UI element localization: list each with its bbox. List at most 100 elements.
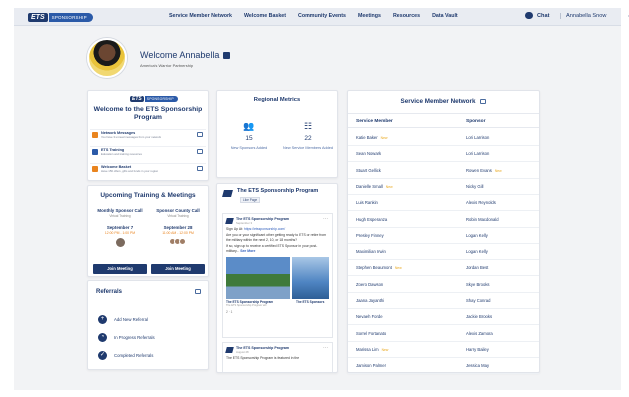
sponsor-name[interactable]: Jackie Brooks xyxy=(466,314,492,319)
service-member-name[interactable]: Presley Finney xyxy=(356,233,384,238)
service-member-name[interactable]: Nevaeh Forde xyxy=(356,314,383,319)
nav-community-events[interactable]: Community Events xyxy=(298,13,346,19)
service-member-name[interactable]: Hugh Esperanza xyxy=(356,217,387,222)
table-row[interactable]: Marissa Lim New Harry Bailey xyxy=(348,341,539,358)
service-member-name[interactable]: Stuart Gellick xyxy=(356,168,381,173)
in-progress-referrals-link[interactable]: ◔ In Progress Referrals xyxy=(98,333,155,342)
post-text: Are you or your significant other gettin… xyxy=(226,233,327,242)
service-member-name[interactable]: Jaana Jayanthi xyxy=(356,298,384,303)
sponsor-name[interactable]: Lori Larrison xyxy=(466,135,489,140)
table-row[interactable]: Jamison Palmer Jessica May xyxy=(348,357,539,375)
service-member-name[interactable]: Maximilian Irwin xyxy=(356,249,386,254)
external-link-icon[interactable] xyxy=(197,166,203,171)
user-name[interactable]: Annabella Snow xyxy=(560,13,606,19)
sponsor-name[interactable]: Skye Brooks xyxy=(466,282,490,287)
sponsor-name[interactable]: Harry Bailey xyxy=(466,347,489,352)
linkedin-icon[interactable] xyxy=(223,51,231,59)
metric-label: New Service Members Added xyxy=(282,146,333,150)
service-member-name[interactable]: Sorrel Fortanato xyxy=(356,331,386,336)
service-member-name[interactable]: Marissa Lim New xyxy=(356,347,388,352)
new-badge: New xyxy=(385,184,393,189)
table-row[interactable]: Jaana Jayanthi Shay Conrad xyxy=(348,292,539,309)
join-meeting-button[interactable]: Join Meeting xyxy=(151,264,205,274)
sponsor-name[interactable]: Rowen Evans New xyxy=(466,168,502,173)
welcome-item-ets-training[interactable]: ETS Training Education and training resou… xyxy=(90,146,206,156)
sponsor-name[interactable]: Logan Kelly xyxy=(466,249,488,254)
sponsor-name[interactable]: Alexis Zamora xyxy=(466,331,493,336)
upcoming-training-card: Upcoming Training & Meetings Monthly Spo… xyxy=(87,185,209,277)
table-row[interactable]: Hugh Esperanza Robin Macdonald xyxy=(348,211,539,228)
sponsor-name[interactable]: Jessica May xyxy=(466,363,489,368)
add-new-referral-link[interactable]: + Add New Referral xyxy=(98,315,148,324)
see-more-link[interactable]: See More xyxy=(240,249,255,253)
feed-title[interactable]: The ETS Sponsorship Program xyxy=(237,188,318,197)
new-badge: New xyxy=(494,168,502,173)
image-captions: The ETS Sponsorship Program The ETS Spons… xyxy=(223,299,332,308)
welcome-item-network-messages[interactable]: Network Messages You have 3 unread messag… xyxy=(90,129,206,139)
post-reactions[interactable]: 2 · 1 xyxy=(223,308,332,316)
table-row[interactable]: Stuart Gellick Rowen Evans New xyxy=(348,162,539,179)
external-link-icon[interactable] xyxy=(197,149,203,154)
table-row[interactable]: Maximilian Irwin Logan Kelly xyxy=(348,243,539,261)
nav-welcome-basket[interactable]: Welcome Basket xyxy=(244,13,286,19)
item-subtitle: You have 3 unread messages from your net… xyxy=(101,134,162,139)
sponsor-name[interactable]: Nicky Gill xyxy=(466,184,483,189)
sponsor-name[interactable]: Robin Macdonald xyxy=(466,217,499,222)
sponsor-name[interactable]: Alexis Reynolds xyxy=(466,200,496,205)
table-row[interactable]: Sorrel Fortanato Alexis Zamora xyxy=(348,325,539,342)
basket-icon xyxy=(92,165,98,172)
service-member-name[interactable]: Zoero Dawson xyxy=(356,282,383,287)
welcome-item-welcome-basket[interactable]: Welcome Basket Have 156 offers, gifts and… xyxy=(90,163,206,173)
ets-logo[interactable]: ETS SPONSORSHIP xyxy=(28,11,93,23)
network-title[interactable]: Service Member Network xyxy=(348,98,539,105)
sponsor-name[interactable]: Logan Kelly xyxy=(466,233,488,238)
table-row[interactable]: Stephen Beaumont New Jordan Best xyxy=(348,259,539,277)
sponsor-name[interactable]: Lori Larrison xyxy=(466,151,489,156)
chat-button[interactable]: Chat xyxy=(525,12,549,19)
external-link-icon[interactable] xyxy=(197,132,203,137)
table-row[interactable]: Luis Rankin Alexis Reynolds xyxy=(348,194,539,212)
service-member-name[interactable]: Jamison Palmer xyxy=(356,363,386,368)
sponsor-name[interactable]: Jordan Best xyxy=(466,265,488,270)
column-sponsor[interactable]: Sponsor xyxy=(466,119,485,124)
training-title: Upcoming Training & Meetings xyxy=(100,192,196,199)
service-member-name[interactable]: Sean Nowark xyxy=(356,151,381,156)
table-row[interactable]: Zoero Dawson Skye Brooks xyxy=(348,276,539,293)
sponsor-name[interactable]: Shay Conrad xyxy=(466,298,490,303)
nav-service-member-network[interactable]: Service Member Network xyxy=(169,13,232,19)
service-member-name[interactable]: Stephen Beaumont New xyxy=(356,265,402,270)
service-member-name[interactable]: Katie Baker New xyxy=(356,135,387,140)
nav-resources[interactable]: Resources xyxy=(393,13,420,19)
network-icon: ☷ xyxy=(303,121,313,131)
avatar[interactable] xyxy=(87,38,127,78)
post-image[interactable] xyxy=(226,257,291,300)
table-row[interactable]: Katie Baker New Lori Larrison xyxy=(348,129,539,146)
event-venue: Virtual Training xyxy=(109,214,131,218)
join-meeting-button[interactable]: Join Meeting xyxy=(93,264,147,274)
like-page-button[interactable]: Like Page xyxy=(240,197,261,203)
column-service-member[interactable]: Service Member xyxy=(356,119,393,124)
post-body: Sign Up At: https://etssponsorship.com/ … xyxy=(223,227,332,253)
new-badge: New xyxy=(381,347,389,352)
service-member-name[interactable]: Danielle Small New xyxy=(356,184,393,189)
event-sponsor-county-call: Sponsor County Call Virtual Training Sep… xyxy=(151,208,205,274)
feed-logo-icon xyxy=(222,190,233,197)
service-member-name[interactable]: Luis Rankin xyxy=(356,200,378,205)
table-row[interactable]: Sean Nowark Lori Larrison xyxy=(348,145,539,163)
table-row[interactable]: Nevaeh Forde Jackie Brooks xyxy=(348,308,539,326)
table-row[interactable]: Presley Finney Logan Kelly xyxy=(348,227,539,244)
external-link-icon[interactable] xyxy=(195,289,201,294)
feed-post: The ETS Sponsorship Program September 3 … xyxy=(222,213,333,338)
completed-referrals-link[interactable]: ✓ Completed Referrals xyxy=(98,351,153,360)
post-images xyxy=(223,253,332,300)
post-link[interactable]: https://etssponsorship.com/ xyxy=(244,227,285,231)
table-row[interactable]: Danielle Small New Nicky Gill xyxy=(348,178,539,195)
nav-data-vault[interactable]: Data Vault xyxy=(432,13,458,19)
post-logo-icon xyxy=(225,218,234,224)
post-image[interactable] xyxy=(292,257,329,300)
item-subtitle: Have 156 offers, gifts and funds in your… xyxy=(101,168,159,173)
more-options-icon[interactable]: ··· xyxy=(323,345,328,351)
nav-meetings[interactable]: Meetings xyxy=(358,13,381,19)
welcome-heading: Welcome Annabella xyxy=(140,50,231,60)
more-options-icon[interactable]: ··· xyxy=(323,216,328,222)
